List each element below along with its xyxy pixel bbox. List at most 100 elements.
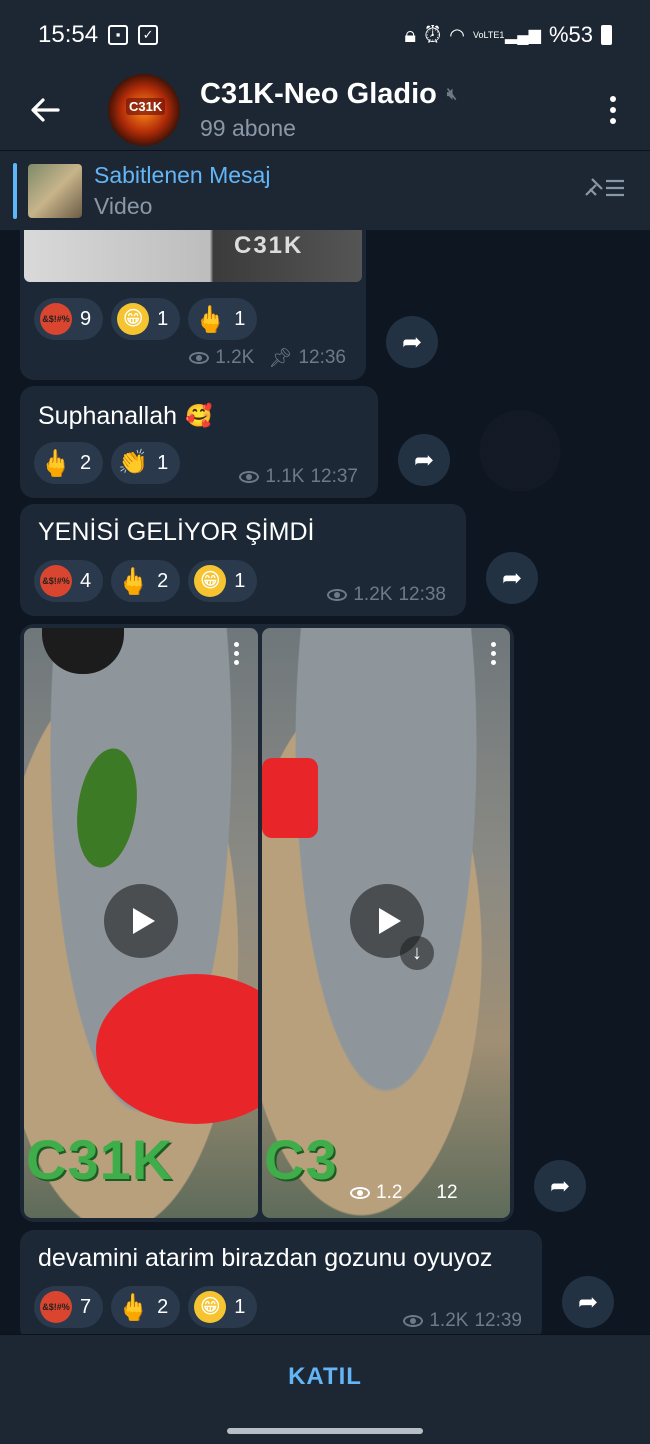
pinned-list-button[interactable] (582, 175, 626, 207)
reaction-clap[interactable]: 👏 1 (111, 442, 181, 484)
view-count: 1.2K (353, 584, 393, 605)
channel-avatar[interactable]: C31K (108, 74, 180, 146)
share-button[interactable]: ➦ (486, 552, 538, 604)
grin-face-icon: 😁 (117, 303, 150, 335)
reaction-grin[interactable]: 😁 1 (188, 560, 258, 602)
back-button[interactable] (0, 70, 90, 150)
middle-finger-icon: 🖕 (116, 1292, 150, 1322)
angry-face-icon: &$!#% (40, 565, 72, 597)
video-preview[interactable]: C31K (24, 230, 362, 282)
more-dot (234, 651, 239, 656)
join-channel-button[interactable]: KATIL (288, 1363, 362, 1391)
reaction-count: 2 (80, 451, 92, 474)
reaction-middle-finger[interactable]: 🖕 1 (188, 298, 258, 340)
wifi-icon: ◠ (449, 24, 465, 45)
views-icon (350, 1187, 370, 1199)
message-bubble[interactable]: devamini atarim birazdan gozunu oyuyoz &… (20, 1230, 542, 1334)
pin-icon: 📌︎ (268, 348, 293, 369)
views-icon (327, 589, 348, 601)
view-count: 1.2 (376, 1182, 403, 1203)
unpin-list-icon (585, 177, 624, 196)
shoe-shape (42, 628, 124, 674)
message-text: Suphanallah (38, 401, 178, 430)
reaction-angry[interactable]: &$!#% 4 (34, 560, 104, 602)
more-dot (234, 660, 239, 665)
message-time: 12:37 (310, 466, 358, 487)
message-list[interactable]: C31K &$!#% 9 😁 1 🖕 1 1.2K 📌︎ 12:36 ➦ Sup… (0, 230, 650, 1334)
pinned-message-bar[interactable]: Sabitlenen Mesaj Video (0, 150, 650, 230)
channel-title: C31K-Neo Gladio (200, 78, 437, 110)
reaction-count: 1 (234, 569, 246, 592)
more-options-button[interactable] (610, 96, 616, 124)
join-bar: KATIL (0, 1334, 650, 1418)
more-dot (491, 660, 496, 665)
more-dot (610, 96, 616, 102)
media-watermark: C31K (234, 232, 304, 259)
album-meta: 1.2 12 (350, 1182, 458, 1204)
message-bubble[interactable]: YENİSİ GELİYOR ŞİMDİ &$!#% 4 🖕 2 😁 1 1.2… (20, 504, 466, 616)
red-blob (262, 758, 318, 838)
reaction-grin[interactable]: 😁 1 (111, 298, 181, 340)
pinned-thumbnail (28, 163, 82, 218)
message-time: 12:36 (298, 347, 346, 368)
reaction-angry[interactable]: &$!#% 9 (34, 298, 104, 340)
middle-finger-icon: 🖕 (116, 566, 150, 596)
share-button[interactable]: ➦ (386, 316, 438, 368)
reaction-count: 4 (80, 569, 92, 592)
message-time: 12:38 (398, 584, 446, 605)
video-thumbnail[interactable]: C3 ↓ (262, 628, 510, 1218)
views-icon (239, 471, 260, 483)
share-button[interactable]: ➦ (534, 1160, 586, 1212)
video-thumbnail[interactable]: C31K (24, 628, 258, 1218)
views-icon (403, 1315, 424, 1327)
grin-face-icon: 😁 (194, 1291, 227, 1323)
reaction-count: 1 (234, 1295, 246, 1318)
video-logo-text: C3 (264, 1128, 338, 1191)
share-arrow-icon: ➦ (577, 1288, 599, 1316)
alarm-icon: ⏰︎ (424, 22, 442, 47)
image-icon: ▪ (108, 25, 129, 45)
play-button[interactable] (104, 884, 178, 958)
more-dot (610, 118, 616, 124)
middle-finger-icon: 🖕 (194, 304, 227, 334)
message-meta: 1.2K 12:39 (403, 1310, 522, 1332)
reaction-middle-finger[interactable]: 🖕 2 (111, 560, 181, 602)
avatar-logo-text: C31K (126, 98, 166, 115)
reaction-middle-finger[interactable]: 🖕 2 (111, 1286, 181, 1328)
mute-icon: 🔇︎ (446, 85, 457, 103)
pinned-title: Sabitlenen Mesaj (94, 161, 271, 188)
reaction-middle-finger[interactable]: 🖕 2 (34, 442, 104, 484)
gesture-nav-bar (0, 1418, 650, 1444)
channel-info[interactable]: C31K-Neo Gladio 🔇︎ 99 abone (200, 78, 457, 142)
signal-icon: ▂▄▆ (505, 27, 541, 44)
reaction-count: 2 (157, 1295, 169, 1318)
share-button[interactable]: ➦ (562, 1276, 614, 1328)
status-bar: 15:54 ▪ ✓ 🔒︎ ⏰︎ ◠ VoLTE1 ▂▄▆ %53 (0, 0, 650, 70)
share-arrow-icon: ➦ (401, 328, 423, 356)
home-handle[interactable] (227, 1428, 423, 1434)
video-logo-text: C31K (26, 1128, 174, 1191)
video-album[interactable]: C31K C3 ↓ 1.2 12 (20, 624, 514, 1222)
reaction-count: 9 (80, 307, 92, 330)
message-bubble[interactable]: C31K &$!#% 9 😁 1 🖕 1 1.2K 📌︎ 12:36 (20, 230, 366, 380)
download-button[interactable]: ↓ (400, 936, 434, 970)
message-text: devamini atarim birazdan gozunu oyuyoz (38, 1244, 493, 1272)
volte-icon: VoLTE1 (473, 30, 505, 40)
reaction-angry[interactable]: &$!#% 7 (34, 1286, 104, 1328)
share-arrow-icon: ➦ (501, 564, 523, 592)
middle-finger-icon: 🖕 (39, 448, 73, 478)
share-button[interactable]: ➦ (398, 434, 450, 486)
reaction-grin[interactable]: 😁 1 (188, 1286, 258, 1328)
message-bubble[interactable]: Suphanallah 🥰 🖕 2 👏 1 1.1K 12:37 (20, 386, 378, 498)
check-icon: ✓ (138, 25, 159, 45)
message-time: 12 (436, 1182, 458, 1203)
more-dot (234, 642, 239, 647)
video-menu-button[interactable] (491, 642, 496, 665)
reaction-count: 7 (80, 1295, 92, 1318)
view-count: 1.2K (429, 1310, 469, 1331)
views-icon (189, 352, 210, 364)
video-menu-button[interactable] (234, 642, 239, 665)
clap-icon: 👏 (118, 449, 149, 476)
angry-face-icon: &$!#% (40, 303, 72, 335)
view-count: 1.2K (215, 347, 255, 368)
